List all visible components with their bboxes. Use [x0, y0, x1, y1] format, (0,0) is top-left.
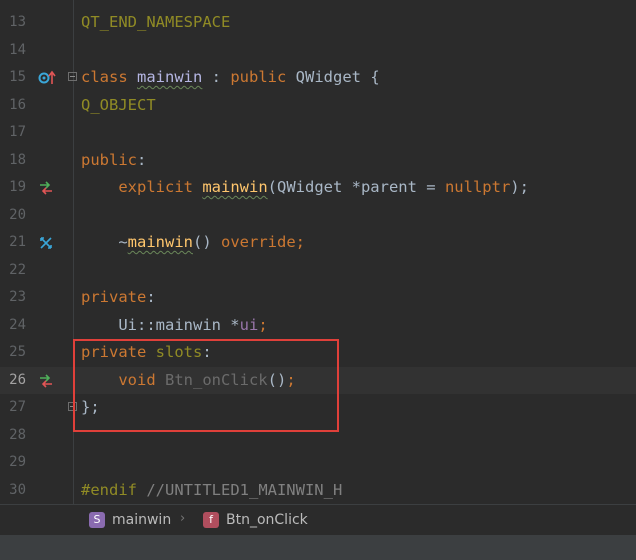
chevron-right-icon: ›: [180, 511, 186, 526]
code-line[interactable]: 17: [0, 119, 636, 147]
implemented-icon[interactable]: [38, 235, 54, 251]
breadcrumb-label: Btn_onClick: [226, 512, 308, 528]
punct-token: ~: [118, 233, 128, 251]
code-line[interactable]: 22: [0, 257, 636, 285]
punct-token: :: [146, 288, 156, 306]
code-text[interactable]: class mainwin : public QWidget {: [81, 64, 380, 92]
code-text[interactable]: Ui::mainwin *ui;: [81, 312, 268, 340]
code-line[interactable]: 30 #endif //UNTITLED1_MAINWIN_H: [0, 477, 636, 505]
line-number: 19: [9, 179, 26, 195]
punct-token: );: [510, 178, 529, 196]
line-number: 20: [9, 206, 26, 223]
macro-token: #endif: [81, 480, 137, 499]
code-text[interactable]: QT_END_NAMESPACE: [81, 9, 230, 37]
keyword-token: class: [81, 68, 128, 86]
keyword-token: explicit: [118, 178, 193, 196]
line-number: 27: [9, 399, 26, 415]
keyword-token: public: [81, 150, 137, 169]
line-number: 16: [9, 96, 26, 113]
keyword-token: public: [230, 68, 287, 86]
code-text[interactable]: #endif //UNTITLED1_MAINWIN_H: [81, 477, 342, 505]
function-badge-icon: f: [203, 512, 219, 528]
params-token: (QWidget *parent =: [267, 178, 445, 196]
line-number: 21: [9, 234, 26, 250]
macro-token: QT_END_NAMESPACE: [81, 13, 231, 31]
line-number: 23: [9, 289, 26, 305]
code-text[interactable]: public:: [81, 147, 146, 175]
function-name-token: mainwin: [202, 178, 268, 196]
line-number: 29: [9, 454, 26, 470]
breadcrumb-label: mainwin: [112, 512, 172, 528]
comment-token: //UNTITLED1_MAINWIN_H: [137, 480, 343, 499]
class-name-token: mainwin: [137, 68, 203, 86]
punct-token: (): [193, 233, 221, 251]
code-line[interactable]: 14: [0, 37, 636, 65]
code-line[interactable]: 29: [0, 449, 636, 477]
code-editor[interactable]: 13 QT_END_NAMESPACE 14 15 class mainwin …: [0, 0, 636, 504]
line-number: 24: [9, 316, 26, 333]
code-text[interactable]: Q_OBJECT: [81, 92, 156, 120]
status-bar: [0, 535, 636, 560]
punct-token: ;: [258, 315, 268, 334]
keyword-token: nullptr: [444, 178, 511, 196]
code-line[interactable]: 15 class mainwin : public QWidget {: [0, 64, 636, 92]
code-line[interactable]: 20: [0, 202, 636, 230]
code-line[interactable]: 19 explicit mainwin(QWidget *parent = nu…: [0, 174, 636, 202]
function-name-token: mainwin: [127, 233, 193, 251]
navigate-definition-icon[interactable]: [38, 180, 54, 196]
punct-token: :: [202, 68, 231, 86]
line-number: 30: [9, 481, 26, 498]
macro-token: Q_OBJECT: [81, 95, 156, 114]
type-token: Ui::mainwin *: [118, 315, 240, 334]
breadcrumb: Smainwin › f Btn_onClick: [0, 504, 636, 535]
line-number: 28: [9, 426, 26, 443]
line-number: 17: [9, 124, 26, 140]
punct-token: ;: [295, 233, 305, 251]
line-number: 25: [9, 344, 26, 360]
line-number: 13: [9, 14, 26, 30]
code-line[interactable]: 23 private:: [0, 284, 636, 312]
line-number: 14: [9, 41, 26, 58]
fold-toggle-icon[interactable]: [68, 72, 77, 81]
base-class-token: QWidget {: [286, 68, 380, 86]
code-text[interactable]: private:: [81, 284, 156, 312]
code-line[interactable]: 13 QT_END_NAMESPACE: [0, 9, 636, 37]
member-token: ui: [239, 315, 259, 334]
breadcrumb-item-function[interactable]: f Btn_onClick: [203, 511, 308, 529]
code-line[interactable]: 16 Q_OBJECT: [0, 92, 636, 120]
breadcrumb-item-class[interactable]: Smainwin: [89, 511, 171, 529]
line-number: 18: [9, 151, 26, 168]
line-number: 15: [9, 69, 26, 85]
keyword-token: private: [81, 288, 147, 306]
code-line[interactable]: 24 Ui::mainwin *ui;: [0, 312, 636, 340]
line-number: 26: [9, 371, 26, 388]
code-line[interactable]: 18 public:: [0, 147, 636, 175]
struct-badge-icon: S: [89, 512, 105, 528]
keyword-token: override: [221, 233, 296, 251]
line-number: 22: [9, 261, 26, 278]
code-line[interactable]: 21 ~mainwin() override;: [0, 229, 636, 257]
red-highlight-box: [73, 339, 339, 432]
punct-token: :: [137, 150, 147, 169]
code-text[interactable]: ~mainwin() override;: [81, 229, 305, 257]
code-text[interactable]: explicit mainwin(QWidget *parent = nullp…: [81, 174, 529, 202]
override-up-icon[interactable]: [38, 70, 56, 86]
navigate-definition-icon[interactable]: [38, 373, 54, 389]
